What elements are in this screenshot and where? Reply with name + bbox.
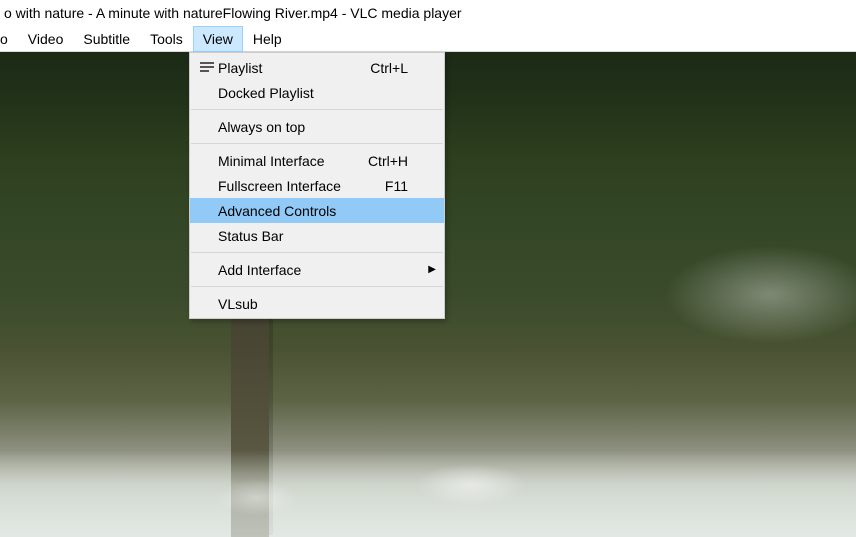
menu-tools[interactable]: Tools xyxy=(140,26,193,52)
menubar: o Video Subtitle Tools View Help xyxy=(0,26,856,52)
menu-item-label: Playlist xyxy=(218,60,370,76)
menu-o-truncated[interactable]: o xyxy=(0,26,18,52)
menu-subtitle[interactable]: Subtitle xyxy=(73,26,140,52)
menu-item-shortcut: Ctrl+L xyxy=(370,60,426,76)
submenu-arrow-icon: ▶ xyxy=(426,264,436,275)
menu-item-shortcut: F11 xyxy=(385,178,426,194)
menu-separator xyxy=(191,286,443,287)
menu-item-label: Advanced Controls xyxy=(218,203,408,219)
menu-item-label: Status Bar xyxy=(218,228,408,244)
menu-item-advanced-controls[interactable]: Advanced Controls xyxy=(190,198,444,223)
menu-item-docked-playlist[interactable]: Docked Playlist xyxy=(190,80,444,105)
menu-help[interactable]: Help xyxy=(243,26,292,52)
menu-item-label: Fullscreen Interface xyxy=(218,178,385,194)
menu-item-add-interface[interactable]: Add Interface ▶ xyxy=(190,257,444,282)
menu-item-label: Always on top xyxy=(218,119,408,135)
window-title: o with nature - A minute with natureFlow… xyxy=(0,0,856,26)
menu-separator xyxy=(191,143,443,144)
menu-item-label: Docked Playlist xyxy=(218,85,408,101)
view-menu-dropdown: Playlist Ctrl+L Docked Playlist Always o… xyxy=(189,52,445,319)
menu-separator xyxy=(191,109,443,110)
menu-item-shortcut: Ctrl+H xyxy=(368,153,426,169)
menu-video[interactable]: Video xyxy=(18,26,74,52)
menu-item-fullscreen-interface[interactable]: Fullscreen Interface F11 xyxy=(190,173,444,198)
menu-view[interactable]: View xyxy=(193,26,243,52)
menu-item-minimal-interface[interactable]: Minimal Interface Ctrl+H xyxy=(190,148,444,173)
playlist-icon xyxy=(196,62,218,73)
menu-item-always-on-top[interactable]: Always on top xyxy=(190,114,444,139)
menu-separator xyxy=(191,252,443,253)
menu-item-vlsub[interactable]: VLsub xyxy=(190,291,444,316)
menu-item-status-bar[interactable]: Status Bar xyxy=(190,223,444,248)
menu-item-playlist[interactable]: Playlist Ctrl+L xyxy=(190,55,444,80)
menu-item-label: Add Interface xyxy=(218,262,408,278)
menu-item-label: Minimal Interface xyxy=(218,153,368,169)
menu-item-label: VLsub xyxy=(218,296,408,312)
